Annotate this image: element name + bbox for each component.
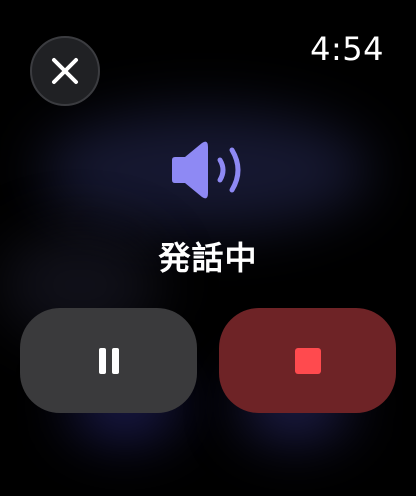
speaking-status-label: 発話中 — [158, 239, 258, 277]
close-icon — [52, 58, 78, 84]
close-button[interactable] — [30, 36, 100, 106]
pause-button[interactable] — [20, 308, 197, 413]
stop-button[interactable] — [219, 308, 396, 413]
speaker-wave-icon — [172, 141, 241, 199]
clock: 4:54 — [310, 30, 384, 68]
stop-icon — [294, 347, 321, 374]
pause-icon — [98, 347, 119, 374]
